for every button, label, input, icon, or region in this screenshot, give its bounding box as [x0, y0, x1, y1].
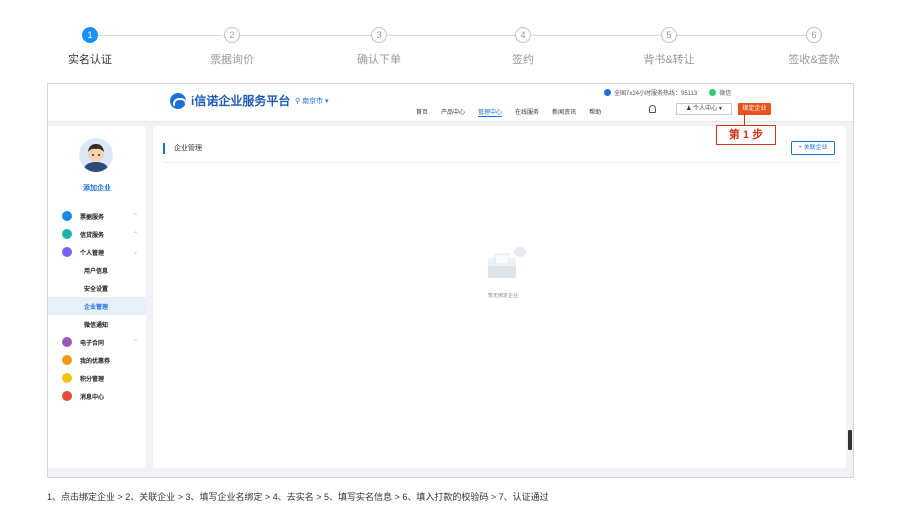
scrollbar-thumb[interactable] [848, 430, 852, 450]
nav-products[interactable]: 产品中心 [441, 107, 465, 117]
bell-icon[interactable] [649, 105, 656, 113]
user-center-dropdown[interactable]: ♟ 个人中心 ▾ [676, 103, 732, 115]
sidebar-item-personal-management[interactable]: 个人管理 ⌄ [48, 243, 146, 261]
avatar-illustration [79, 138, 113, 172]
nav-home[interactable]: 首页 [416, 107, 428, 117]
empty-state-text: 暂无绑定企业 [487, 293, 518, 299]
sidebar-item-label: 票据服务 [80, 214, 105, 221]
empty-box-icon [488, 247, 526, 278]
step-3: 3 确认下单 [319, 27, 439, 67]
nav-online-service[interactable]: 在线服务 [515, 107, 539, 117]
sidebar-item-label: 个人管理 [80, 250, 105, 257]
sidebar-item-e-contract[interactable]: 电子合同 ⌃ [48, 333, 146, 351]
step-number: 3 [371, 27, 387, 43]
wechat-link[interactable]: 微信 [709, 88, 731, 97]
main-panel: 企业管理 + 关联企业 暂无绑定企业 [153, 126, 846, 468]
step-number: 1 [82, 27, 98, 43]
link-company-button[interactable]: + 关联企业 [791, 141, 835, 155]
ticket-icon [62, 211, 72, 221]
nav-news[interactable]: 新闻资讯 [552, 107, 576, 117]
location-pin-icon: ⚲ [295, 98, 301, 105]
step-label: 票据询价 [210, 54, 254, 66]
sidebar-item-label: 我的优惠券 [80, 358, 111, 365]
sidebar-item-label: 消息中心 [80, 394, 105, 401]
wechat-icon [709, 89, 717, 96]
step-6: 6 签收&查款 [754, 27, 874, 67]
sidebar-menu: 票据服务 ⌃ 信贷服务 ⌃ 个人管理 ⌄ 用户信息 安全设置 企业管理 微信通知… [48, 207, 146, 405]
step-4: 4 签约 [463, 27, 583, 67]
city-label: 南京市 ▾ [302, 98, 329, 105]
chevron-up-icon: ⌃ [132, 231, 138, 238]
city-selector[interactable]: ⚲ 南京市 ▾ [295, 96, 329, 106]
coupon-icon [62, 355, 72, 365]
main-nav: 首页 产品中心 管理中心 在线服务 新闻资讯 帮助 [416, 107, 614, 117]
points-icon [62, 373, 72, 383]
sidebar-item-label: 信贷服务 [80, 232, 105, 239]
step-label: 背书&转让 [643, 54, 695, 66]
sidebar-item-ticket-service[interactable]: 票据服务 ⌃ [48, 207, 146, 225]
instruction-text: 1、点击绑定企业 > 2、关联企业 > 3、填写企业名绑定 > 4、去实名 > … [47, 492, 549, 502]
step-2: 2 票据询价 [172, 27, 292, 67]
top-navbar: i信诺企业服务平台 ⚲ 南京市 ▾ 全国7x24小时服务热线：95113 微信 … [48, 84, 853, 122]
sidebar: 添加企业 票据服务 ⌃ 信贷服务 ⌃ 个人管理 ⌄ 用户信息 安全设置 企业管理… [48, 126, 146, 468]
sidebar-item-security[interactable]: 安全设置 [48, 279, 146, 297]
step-label: 签约 [512, 54, 534, 66]
user-icon [62, 247, 72, 257]
bind-company-button[interactable]: 绑定企业 [738, 103, 771, 115]
progress-stepper: 1 实名认证 2 票据询价 3 确认下单 4 签约 5 背书&转让 6 签收&查… [0, 0, 900, 80]
contract-icon [62, 337, 72, 347]
step-callout: 第 1 步 [716, 125, 776, 145]
wechat-label: 微信 [719, 91, 732, 97]
step-label: 实名认证 [68, 54, 112, 66]
hotline-info: 全国7x24小时服务热线：95113 微信 [604, 88, 731, 97]
sidebar-item-wechat-notify[interactable]: 微信通知 [48, 315, 146, 333]
step-label: 确认下单 [357, 54, 401, 66]
add-company-link[interactable]: 添加企业 [48, 183, 146, 193]
brand-logo[interactable]: i信诺企业服务平台 [170, 92, 290, 109]
step-1: 1 实名认证 [30, 27, 150, 67]
phone-icon [604, 89, 611, 96]
brand-name: i信诺企业服务平台 [191, 94, 291, 108]
user-center-label: 个人中心 ▾ [693, 106, 722, 112]
nav-management[interactable]: 管理中心 [478, 107, 503, 117]
page-title: 企业管理 [163, 143, 202, 154]
chevron-up-icon: ⌃ [132, 339, 138, 346]
sidebar-item-user-info[interactable]: 用户信息 [48, 261, 146, 279]
avatar [79, 138, 113, 172]
sidebar-item-company-management[interactable]: 企业管理 [48, 297, 146, 315]
step-5: 5 背书&转让 [609, 27, 729, 67]
step-label: 签收&查款 [788, 54, 840, 66]
nav-help[interactable]: 帮助 [589, 107, 601, 117]
sidebar-item-points[interactable]: 积分管理 [48, 369, 146, 387]
step-number: 4 [515, 27, 531, 43]
chevron-down-icon: ⌄ [132, 249, 138, 256]
message-icon [62, 391, 72, 401]
credit-icon [62, 229, 72, 239]
sidebar-item-messages[interactable]: 消息中心 [48, 387, 146, 405]
hotline-text: 全国7x24小时服务热线：95113 [614, 91, 698, 97]
step-number: 2 [224, 27, 240, 43]
chevron-up-icon: ⌃ [132, 213, 138, 220]
step-number: 5 [661, 27, 677, 43]
divider [163, 162, 839, 163]
sidebar-item-label: 电子合同 [80, 340, 105, 347]
callout-pointer [744, 113, 745, 125]
cloud-logo-icon [170, 92, 187, 109]
sidebar-item-coupons[interactable]: 我的优惠券 [48, 351, 146, 369]
sidebar-item-credit-service[interactable]: 信贷服务 ⌃ [48, 225, 146, 243]
step-number: 6 [806, 27, 822, 43]
sidebar-item-label: 积分管理 [80, 376, 105, 383]
